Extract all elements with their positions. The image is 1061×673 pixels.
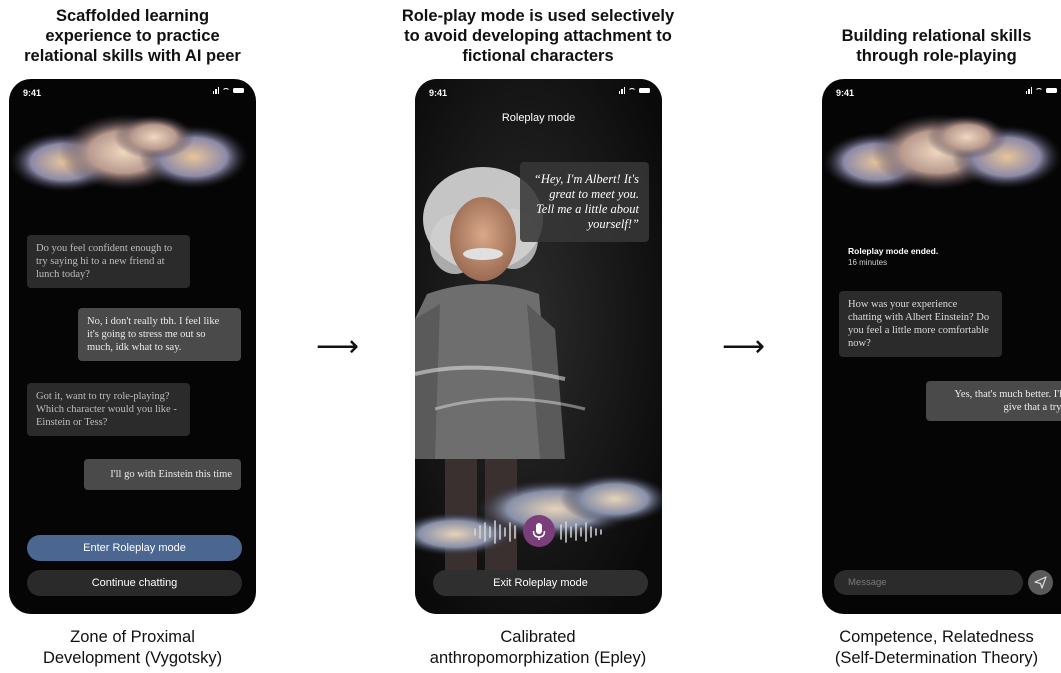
- wifi-icon: [628, 87, 636, 94]
- roleplay-duration: 16 minutes: [848, 258, 888, 267]
- panel-3-title-line: through role-playing: [856, 47, 1017, 65]
- signal-icon: [212, 87, 219, 94]
- roleplay-ended-label: Roleplay mode ended.: [848, 246, 939, 256]
- panel-2-title-line: fictional characters: [462, 47, 614, 65]
- panel-3-title: Building relational skills through role-…: [812, 26, 1061, 66]
- message-input[interactable]: Message: [834, 570, 1023, 595]
- panel-1-title-line: Scaffolded learning: [55, 7, 210, 25]
- arrow-1: ⟶: [316, 329, 360, 364]
- battery-icon: [639, 88, 650, 93]
- chat-message-ai: Do you feel confident enough to try sayi…: [27, 235, 190, 288]
- status-time: 9:41: [23, 88, 42, 98]
- wifi-icon: [1035, 87, 1043, 94]
- signal-icon: [1025, 87, 1032, 94]
- continue-chatting-button[interactable]: Continue chatting: [27, 570, 242, 596]
- chat-message-ai: How was your experience chatting with Al…: [839, 291, 1002, 357]
- chat-message-ai: Got it, want to try role-playing? Which …: [27, 383, 190, 436]
- panel-1-title: Scaffolded learning experience to practi…: [0, 6, 265, 66]
- status-time: 9:41: [836, 88, 855, 98]
- panel-3-title-line: Building relational skills: [841, 27, 1032, 45]
- panel-2-title-line: Role-play mode is used selectively: [401, 7, 675, 25]
- phone-debrief: 9:41 Roleplay mode ended. 16 minutes How…: [822, 79, 1061, 614]
- chat-message-user: Yes, that's much better. I'll give that …: [926, 381, 1061, 421]
- panel-1-title-line: relational skills with AI peer: [24, 47, 241, 65]
- send-icon: [1034, 576, 1047, 589]
- exit-roleplay-button[interactable]: Exit Roleplay mode: [433, 570, 648, 596]
- microphone-icon: [532, 523, 546, 540]
- arrow-2: ⟶: [722, 329, 766, 364]
- chat-message-user: No, i don't really tbh. I feel like it's…: [78, 308, 241, 361]
- status-icons: [212, 87, 244, 94]
- panel-2-title-line: to avoid developing attachment to: [404, 27, 672, 45]
- panel-1-caption-line: Development (Vygotsky): [42, 649, 223, 667]
- cloud-image: [9, 114, 249, 192]
- panel-1-caption: Zone of Proximal Development (Vygotsky): [0, 627, 265, 669]
- panel-2-caption-line: anthropomorphization (Epley): [429, 649, 647, 667]
- status-time: 9:41: [429, 88, 448, 98]
- panel-1-title-line: experience to practice: [45, 27, 220, 45]
- panel-2-caption: Calibrated anthropomorphization (Epley): [383, 627, 693, 669]
- cloud-image: [822, 114, 1061, 192]
- chat-message-user: I'll go with Einstein this time: [84, 459, 241, 490]
- panel-2-caption-line: Calibrated: [500, 628, 576, 646]
- panel-3-caption-line: (Self-Determination Theory): [834, 649, 1039, 667]
- roleplay-header: Roleplay mode: [501, 112, 576, 124]
- battery-icon: [1046, 88, 1057, 93]
- panel-1-caption-line: Zone of Proximal: [70, 628, 195, 646]
- status-icons: [618, 87, 650, 94]
- phone-roleplay: 9:41 Roleplay mode “Hey, I'm Albert! It'…: [415, 79, 662, 614]
- panel-3-caption-line: Competence, Relatedness: [839, 628, 1034, 646]
- microphone-button[interactable]: [523, 515, 555, 547]
- send-button[interactable]: [1028, 570, 1053, 595]
- enter-roleplay-button[interactable]: Enter Roleplay mode: [27, 535, 242, 561]
- phone-chat: 9:41 Do you feel confident enough to try…: [9, 79, 256, 614]
- signal-icon: [618, 87, 625, 94]
- wifi-icon: [222, 87, 230, 94]
- status-icons: [1025, 87, 1057, 94]
- panel-2-title: Role-play mode is used selectively to av…: [383, 6, 693, 66]
- character-speech-bubble: “Hey, I'm Albert! It's great to meet you…: [520, 162, 649, 242]
- panel-3-caption: Competence, Relatedness (Self-Determinat…: [812, 627, 1061, 669]
- battery-icon: [233, 88, 244, 93]
